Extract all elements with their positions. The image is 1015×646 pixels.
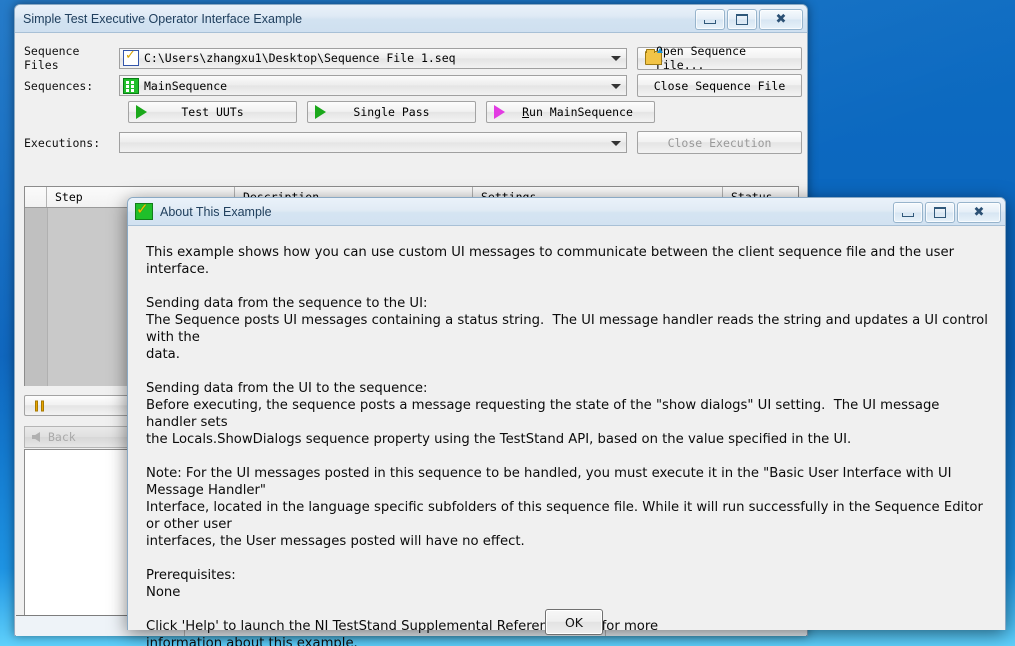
- run-mainsequence-label: Run MainSequence: [522, 105, 633, 119]
- chevron-down-icon[interactable]: [611, 56, 621, 61]
- about-dialog: About This Example ✖ This example shows …: [127, 197, 1006, 646]
- chevron-down-icon[interactable]: [611, 83, 621, 89]
- ok-button[interactable]: OK: [545, 609, 603, 635]
- teststand-check-icon: [135, 200, 153, 220]
- folder-open-icon: [645, 48, 663, 65]
- close-sequence-file-label: Close Sequence File: [653, 78, 786, 93]
- single-pass-label: Single Pass: [353, 105, 430, 119]
- close-execution-label: Close Execution: [667, 135, 772, 150]
- run-buttons-row: Test UUTs Single Pass Run MainSequence: [128, 101, 655, 123]
- minimize-button[interactable]: [695, 9, 725, 30]
- about-dialog-title: About This Example: [160, 204, 272, 219]
- sequence-icon: [123, 77, 139, 94]
- about-dialog-body: This example shows how you can use custo…: [128, 226, 1005, 646]
- play-green-icon: [315, 105, 326, 119]
- arrow-left-icon: [32, 432, 40, 442]
- main-window-titlebar[interactable]: Simple Test Executive Operator Interface…: [15, 5, 807, 33]
- close-execution-button[interactable]: Close Execution: [637, 131, 802, 154]
- dialog-maximize-button[interactable]: [925, 202, 955, 223]
- single-pass-button[interactable]: Single Pass: [307, 101, 476, 123]
- sequences-label: Sequences:: [24, 78, 94, 93]
- close-button[interactable]: ✖: [759, 9, 803, 30]
- close-sequence-file-button[interactable]: Close Sequence File: [637, 74, 802, 97]
- minimize-icon: [704, 19, 716, 24]
- maximize-icon: [736, 14, 748, 25]
- maximize-button[interactable]: [727, 9, 757, 30]
- sequences-combo[interactable]: MainSequence: [119, 75, 627, 96]
- sequence-files-row: Sequence Files C:\Users\zhangxu1\Desktop…: [15, 44, 807, 72]
- sequences-value: MainSequence: [144, 78, 228, 93]
- about-dialog-controls: ✖: [893, 202, 1001, 223]
- steps-table-gutter: [25, 208, 48, 386]
- about-dialog-titlebar[interactable]: About This Example ✖: [128, 198, 1005, 226]
- executions-label: Executions:: [24, 135, 101, 150]
- sequences-row: Sequences: MainSequence Close Sequence F…: [15, 74, 807, 97]
- test-uuts-label: Test UUTs: [181, 105, 244, 119]
- pause-icon: [35, 400, 46, 411]
- back-label: Back: [48, 430, 76, 444]
- main-window-title: Simple Test Executive Operator Interface…: [23, 11, 303, 26]
- open-sequence-file-label: Open Sequence File...: [656, 44, 747, 72]
- play-green-icon: [136, 105, 147, 119]
- executions-combo[interactable]: [119, 132, 627, 153]
- run-mainsequence-button[interactable]: Run MainSequence: [486, 101, 655, 123]
- sequence-files-combo[interactable]: C:\Users\zhangxu1\Desktop\Sequence File …: [119, 47, 627, 69]
- dialog-close-button[interactable]: ✖: [957, 202, 1001, 223]
- executions-row: Executions: Close Execution: [15, 131, 807, 154]
- main-window-controls: ✖: [695, 9, 803, 30]
- row-gutter-header: [25, 187, 47, 207]
- minimize-icon: [902, 212, 914, 217]
- dialog-minimize-button[interactable]: [893, 202, 923, 223]
- play-magenta-icon: [494, 105, 505, 119]
- close-icon: ✖: [775, 11, 787, 27]
- sequence-files-label: Sequence Files: [24, 44, 80, 72]
- sequence-file-icon: [123, 48, 139, 66]
- open-sequence-file-button[interactable]: Open Sequence File...: [637, 44, 802, 72]
- about-dialog-text: This example shows how you can use custo…: [146, 245, 988, 646]
- close-icon: ✖: [973, 204, 985, 220]
- maximize-icon: [934, 207, 946, 218]
- test-uuts-button[interactable]: Test UUTs: [128, 101, 297, 123]
- sequence-files-value: C:\Users\zhangxu1\Desktop\Sequence File …: [144, 51, 456, 65]
- chevron-down-icon[interactable]: [611, 140, 621, 146]
